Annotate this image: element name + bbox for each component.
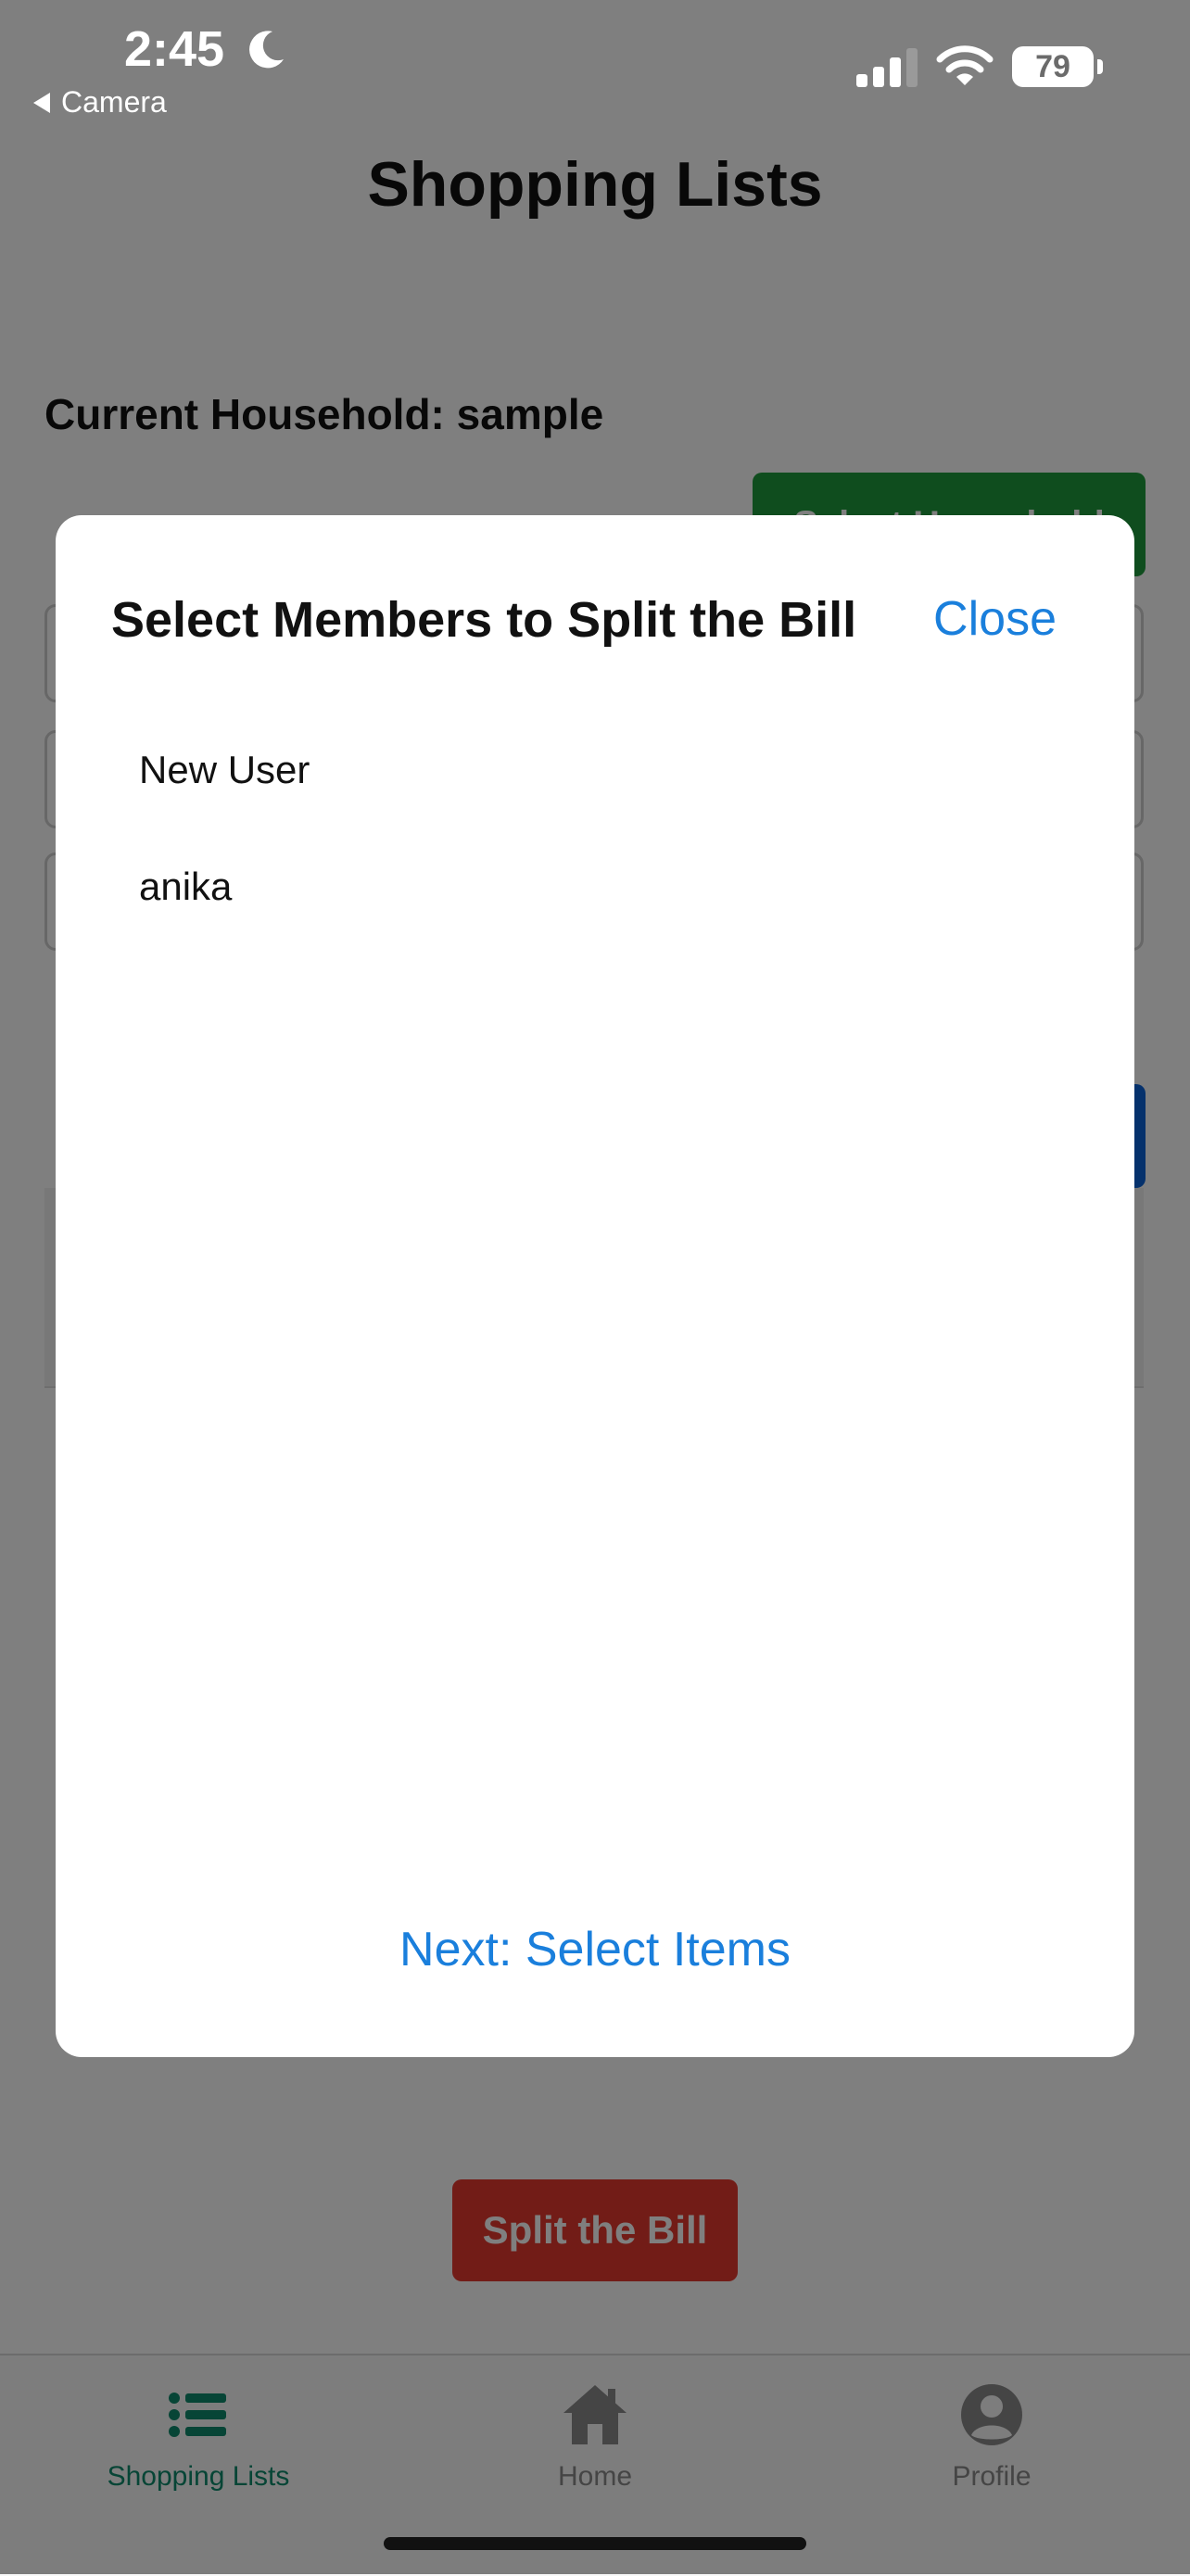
battery-indicator: 79 [1012, 46, 1094, 87]
moon-icon [249, 31, 284, 69]
wifi-icon [936, 45, 994, 85]
member-item-new-user[interactable]: New User [139, 747, 310, 864]
home-indicator [384, 2537, 806, 2550]
battery-nub [1097, 59, 1103, 74]
back-arrow-icon [33, 92, 50, 113]
back-app-label: Camera [61, 85, 167, 119]
back-to-app-link[interactable]: Camera [33, 85, 167, 120]
close-button[interactable]: Close [933, 591, 1057, 647]
member-list: New User anika [139, 747, 310, 980]
cellular-signal-icon [856, 48, 918, 87]
status-bar: 2:45 Camera 79 [0, 0, 1190, 120]
next-select-items-button[interactable]: Next: Select Items [56, 1922, 1134, 1977]
status-time: 2:45 [124, 21, 225, 77]
modal-title: Select Members to Split the Bill [111, 592, 857, 648]
member-item-anika[interactable]: anika [139, 864, 310, 980]
split-bill-modal: Select Members to Split the Bill Close N… [56, 515, 1134, 2057]
